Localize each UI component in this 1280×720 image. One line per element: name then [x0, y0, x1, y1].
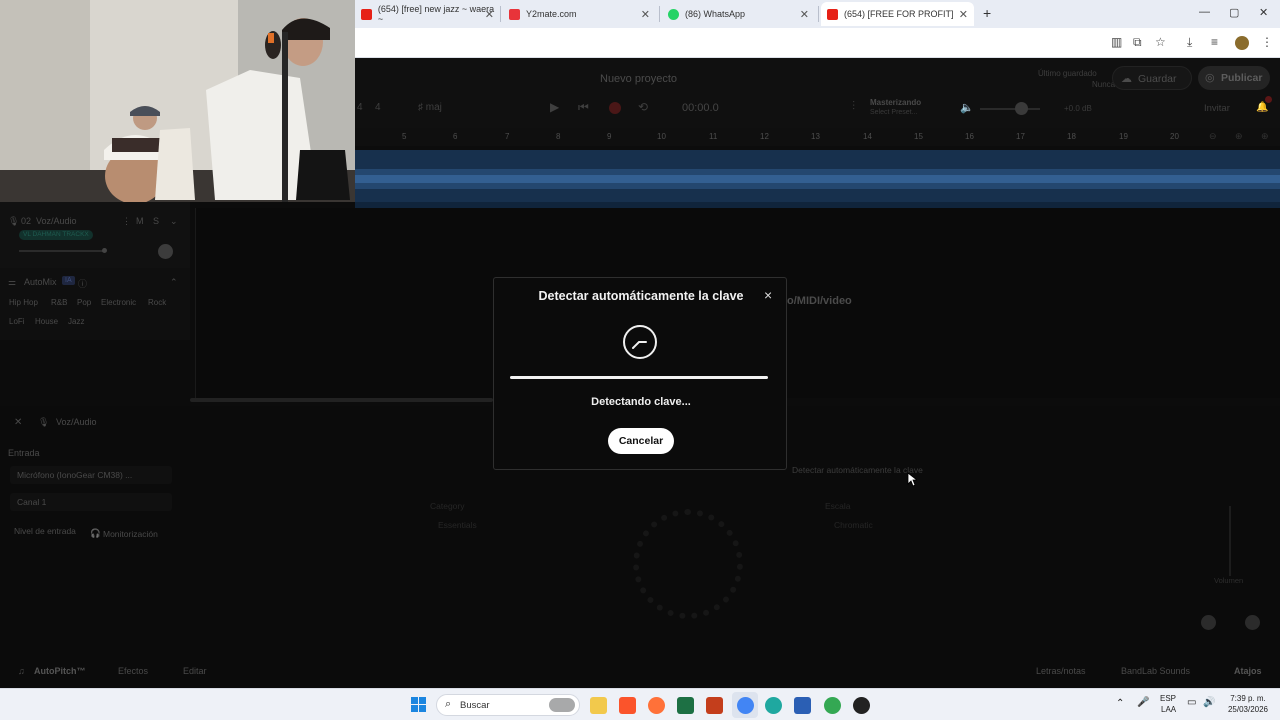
dialog-title: Detectar automáticamente la clave [538, 289, 744, 303]
reading-list-icon[interactable]: ▥ [1111, 35, 1122, 49]
media-control-icon[interactable]: ≡ [1211, 35, 1218, 49]
bookmark-star-icon[interactable]: ☆ [1155, 35, 1166, 49]
search-highlight-icon [549, 698, 575, 712]
tab-title: Y2mate.com [526, 9, 577, 19]
clock-date[interactable]: 25/03/2026 [1226, 705, 1270, 714]
windows-taskbar: ⌕ Buscar ⌃ 🎤 ESP LAA ▭ 🔊 7:39 p. m. 25/0… [0, 688, 1280, 720]
download-icon[interactable]: ⤓ [1187, 35, 1192, 50]
detection-status: Detectando clave... [591, 396, 691, 408]
youtube-icon [361, 8, 372, 20]
browser-tab-4-active[interactable]: (654) [FREE FOR PROFIT] Melod ✕ [821, 2, 974, 26]
cancel-button[interactable]: Cancelar [608, 428, 674, 454]
firefox-icon[interactable] [648, 697, 665, 714]
gauge-needle [632, 341, 647, 349]
detection-progress-bar [510, 376, 768, 379]
tab-title: (654) [free] new jazz ~ waera ~ [377, 4, 495, 24]
browser-tab-3[interactable]: (86) WhatsApp ✕ [662, 2, 815, 26]
powerpoint-icon[interactable] [706, 697, 723, 714]
tray-overflow-icon[interactable]: ⌃ [1116, 698, 1124, 709]
taskbar-search[interactable]: ⌕ Buscar [436, 694, 580, 716]
tab-close-icon[interactable]: ✕ [485, 8, 494, 21]
new-tab-button[interactable]: + [983, 5, 991, 21]
restore-button[interactable]: ▢ [1229, 6, 1239, 19]
tab-title: (86) WhatsApp [685, 9, 746, 19]
brave-icon[interactable] [619, 697, 636, 714]
y2mate-icon [509, 8, 520, 20]
search-placeholder: Buscar [460, 700, 490, 711]
tab-close-icon[interactable]: ✕ [800, 8, 809, 21]
windows-start-icon[interactable] [411, 697, 427, 713]
tab-close-icon[interactable]: ✕ [641, 8, 650, 21]
cast-icon[interactable]: ⧉ [1133, 35, 1142, 50]
close-window-button[interactable]: ✕ [1259, 6, 1268, 19]
tab-title: (654) [FREE FOR PROFIT] Melod [844, 9, 954, 19]
language-indicator-top[interactable]: ESP [1160, 694, 1176, 703]
volume-icon[interactable]: 🔊 [1203, 697, 1215, 708]
address-bar[interactable] [356, 31, 1096, 55]
youtube-icon [827, 8, 838, 20]
word-icon[interactable] [794, 697, 811, 714]
network-icon[interactable]: ▭ [1187, 697, 1196, 708]
whatsapp-icon [668, 8, 679, 20]
mouse-cursor-icon [907, 472, 917, 487]
browser-tab-1[interactable]: (654) [free] new jazz ~ waera ~ ✕ [355, 2, 500, 26]
language-indicator-bottom[interactable]: LAA [1161, 705, 1176, 714]
browser-menu-icon[interactable]: ⋮ [1261, 35, 1273, 49]
search-icon: ⌕ [445, 698, 452, 710]
file-explorer-icon[interactable] [590, 697, 607, 714]
chrome-profile-icon[interactable] [824, 697, 841, 714]
edge-icon[interactable] [765, 697, 782, 714]
chrome-icon[interactable] [737, 697, 754, 714]
clock-time[interactable]: 7:39 p. m. [1226, 694, 1270, 703]
autokey-detect-dialog: Detectar automáticamente la clave × Dete… [493, 277, 787, 470]
profile-avatar[interactable] [1235, 36, 1249, 50]
minimize-button[interactable]: — [1199, 6, 1210, 18]
microphone-tray-icon[interactable]: 🎤 [1137, 697, 1149, 708]
browser-tab-2[interactable]: Y2mate.com ✕ [503, 2, 656, 26]
obs-icon[interactable] [853, 697, 870, 714]
tab-close-icon[interactable]: ✕ [959, 8, 968, 21]
dialog-close-icon[interactable]: × [764, 287, 772, 303]
excel-icon[interactable] [677, 697, 694, 714]
loading-gauge-icon [623, 325, 657, 359]
